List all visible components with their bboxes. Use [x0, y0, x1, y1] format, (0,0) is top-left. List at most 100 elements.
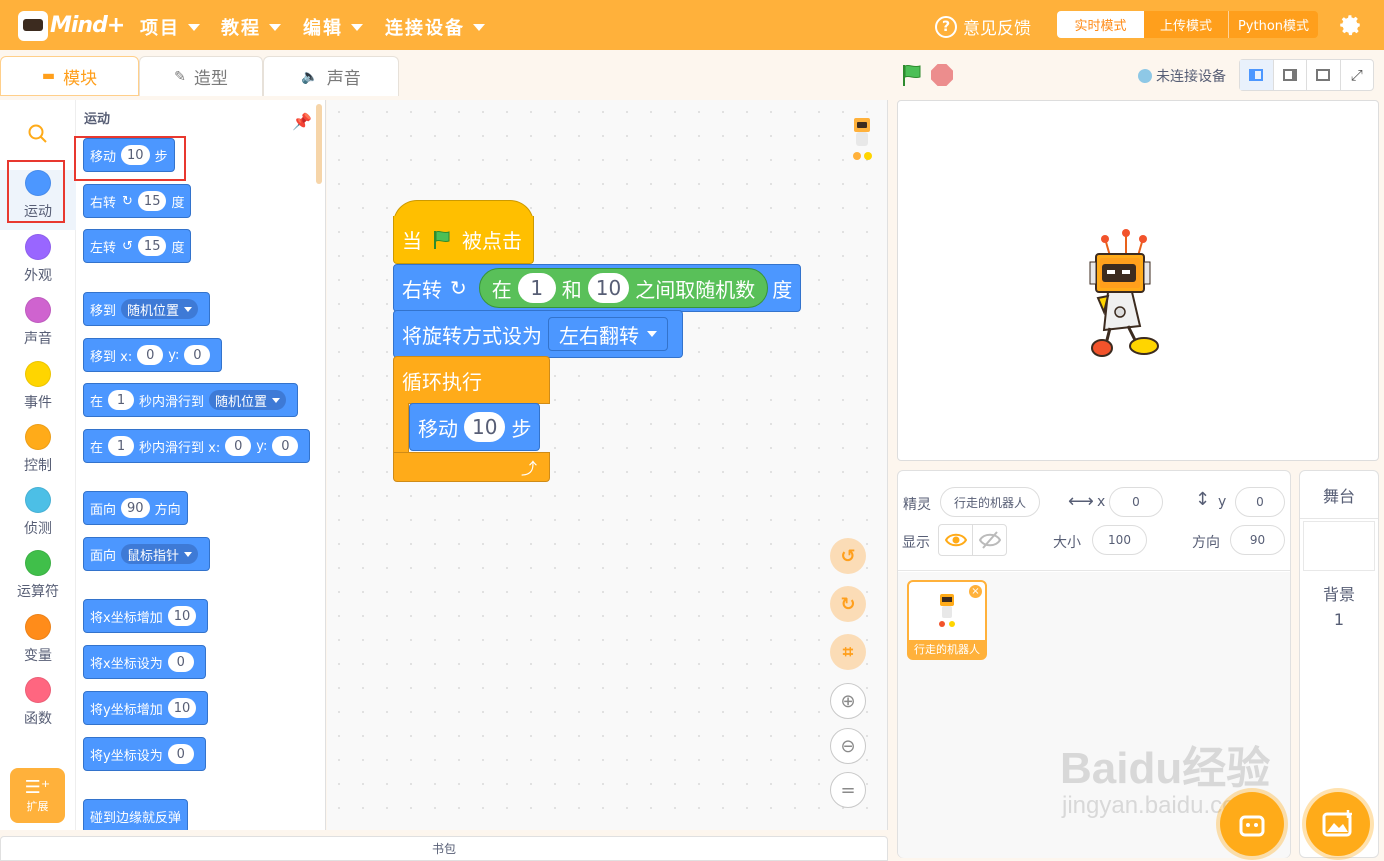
size-input[interactable]: 100: [1092, 525, 1147, 555]
move-steps-block[interactable]: 移动 10 步: [409, 403, 541, 451]
loop-arrow-icon: ⤴: [520, 459, 537, 478]
layout-small-stage-button[interactable]: [1240, 60, 1274, 90]
extensions-button[interactable]: ☰⁺ 扩展: [10, 768, 65, 823]
block-number-input[interactable]: 15: [137, 236, 167, 256]
fullscreen-button[interactable]: ⤢: [1341, 60, 1374, 90]
block-number-input[interactable]: 0: [225, 436, 252, 456]
stage-canvas[interactable]: [897, 100, 1379, 461]
when-flag-clicked-block[interactable]: 当 被点击: [393, 216, 534, 264]
menu-project[interactable]: 项目: [140, 14, 200, 40]
category-control[interactable]: 控制: [0, 424, 76, 484]
block-point-towards[interactable]: 面向 鼠标指针: [83, 537, 211, 571]
block-number-input[interactable]: 0: [137, 345, 164, 365]
feedback-button[interactable]: ? 意见反馈: [935, 14, 1031, 39]
block-dropdown[interactable]: 鼠标指针: [121, 544, 199, 564]
block-dropdown[interactable]: 随机位置: [209, 390, 287, 410]
forever-loop-block[interactable]: 循环执行: [393, 356, 550, 404]
tab-sounds[interactable]: 🔈 声音: [263, 56, 399, 96]
palette-scrollbar[interactable]: [316, 104, 322, 184]
category-variables[interactable]: 变量: [0, 614, 76, 674]
block-goto[interactable]: 移到 随机位置: [83, 292, 211, 326]
add-backdrop-button[interactable]: [1306, 792, 1370, 856]
block-number-input[interactable]: 1: [108, 390, 135, 410]
layout-hide-stage-button[interactable]: [1307, 60, 1341, 90]
zoom-in-button[interactable]: ⊕: [830, 683, 866, 719]
block-dropdown[interactable]: 随机位置: [121, 299, 199, 319]
green-flag-icon[interactable]: [900, 63, 924, 87]
stage-thumbnail[interactable]: [1303, 521, 1375, 571]
cleanup-button[interactable]: ⌗: [830, 634, 866, 670]
menu-tutorial[interactable]: 教程: [221, 14, 281, 40]
stop-icon[interactable]: [931, 64, 953, 86]
block-number-input[interactable]: 0: [167, 652, 194, 672]
tab-costumes[interactable]: ✎ 造型: [139, 56, 263, 96]
category-functions[interactable]: 函数: [0, 677, 76, 737]
layout-normal-stage-button[interactable]: [1274, 60, 1307, 90]
category-operators[interactable]: 运算符: [0, 550, 76, 610]
block-set-y[interactable]: 将y坐标设为 0: [83, 737, 206, 771]
undo-button[interactable]: ↺: [830, 538, 866, 574]
sprite-thumbnail[interactable]: × 行走的机器人: [907, 580, 987, 660]
random-min-input[interactable]: 1: [517, 273, 556, 303]
block-change-x[interactable]: 将x坐标增加 10: [83, 599, 209, 633]
show-sprite-button[interactable]: [938, 524, 973, 556]
forever-loop-bottom: ⤴: [393, 452, 550, 482]
backpack-bar[interactable]: 书包: [0, 836, 888, 861]
mode-python-button[interactable]: Python模式: [1229, 11, 1318, 38]
delete-sprite-icon[interactable]: ×: [968, 584, 983, 599]
block-glide-xy[interactable]: 在 1 秒内滑行到 x: 0 y: 0: [83, 429, 311, 463]
x-input[interactable]: 0: [1109, 487, 1163, 517]
block-set-x[interactable]: 将x坐标设为 0: [83, 645, 206, 679]
sprite-name-input[interactable]: 行走的机器人: [940, 487, 1040, 517]
block-point-direction[interactable]: 面向 90 方向: [83, 491, 188, 525]
block-number-input[interactable]: 10: [167, 698, 197, 718]
block-turn-left[interactable]: 左转 ↺ 15 度: [83, 229, 192, 263]
menu-edit[interactable]: 编辑: [303, 14, 363, 40]
block-turn-right[interactable]: 右转 ↻ 15 度: [83, 184, 192, 218]
category-sensing[interactable]: 侦测: [0, 487, 76, 547]
category-events[interactable]: 事件: [0, 361, 76, 421]
block-number-input[interactable]: 15: [137, 191, 167, 211]
tab-blocks[interactable]: ▬ 模块: [0, 56, 139, 96]
block-number-input[interactable]: 0: [272, 436, 299, 456]
mode-live-button[interactable]: 实时模式: [1057, 11, 1144, 38]
random-operator-block[interactable]: 在 1 和 10 之间取随机数: [478, 268, 769, 308]
watermark-logo: Baidu经验: [1060, 744, 1271, 793]
add-sprite-button[interactable]: [1220, 792, 1284, 856]
move-steps-input[interactable]: 10: [464, 412, 506, 442]
direction-input[interactable]: 90: [1230, 525, 1285, 555]
mindplus-logo[interactable]: Mind+: [18, 9, 125, 43]
mode-upload-button[interactable]: 上传模式: [1144, 11, 1229, 38]
zoom-reset-button[interactable]: =: [830, 772, 866, 808]
block-number-input[interactable]: 10: [167, 606, 197, 626]
category-looks[interactable]: 外观: [0, 234, 76, 294]
tab-blocks-label: 模块: [63, 68, 98, 89]
menu-connect-device[interactable]: 连接设备: [385, 14, 485, 40]
block-number-input[interactable]: 0: [184, 345, 211, 365]
block-number-input[interactable]: 90: [121, 498, 150, 518]
gear-icon[interactable]: [1337, 12, 1363, 38]
script-workspace[interactable]: 当 被点击 右转 ↻ 在 1 和 10 之间取随机数 度 将旋转方式设为 左右翻…: [327, 100, 888, 830]
pin-icon[interactable]: 📌: [292, 112, 312, 131]
eye-off-icon: [978, 531, 1001, 549]
category-sound[interactable]: 声音: [0, 297, 76, 357]
random-max-input[interactable]: 10: [587, 273, 630, 303]
block-bounce-on-edge[interactable]: 碰到边缘就反弹: [83, 799, 189, 830]
block-change-y[interactable]: 将y坐标增加 10: [83, 691, 209, 725]
block-goto-xy[interactable]: 移到 x: 0 y: 0: [83, 338, 223, 372]
rotation-style-dropdown[interactable]: 左右翻转: [548, 317, 668, 351]
zoom-out-button[interactable]: ⊖: [830, 728, 866, 764]
search-icon[interactable]: [27, 123, 49, 145]
block-number-input[interactable]: 0: [167, 744, 194, 764]
block-number-input[interactable]: 1: [108, 436, 135, 456]
turn-right-random-block[interactable]: 右转 ↻ 在 1 和 10 之间取随机数 度: [393, 264, 802, 312]
block-text: 将x坐标增加: [90, 610, 163, 626]
block-glide-to[interactable]: 在 1 秒内滑行到 随机位置: [83, 383, 299, 417]
hide-sprite-button[interactable]: [972, 524, 1007, 556]
set-rotation-style-block[interactable]: 将旋转方式设为 左右翻转: [393, 310, 683, 358]
walking-robot-sprite[interactable]: [1086, 226, 1162, 361]
menu-project-label: 项目: [140, 18, 180, 39]
y-input[interactable]: 0: [1235, 487, 1285, 517]
redo-button[interactable]: ↻: [830, 586, 866, 622]
category-functions-label: 函数: [24, 711, 52, 727]
